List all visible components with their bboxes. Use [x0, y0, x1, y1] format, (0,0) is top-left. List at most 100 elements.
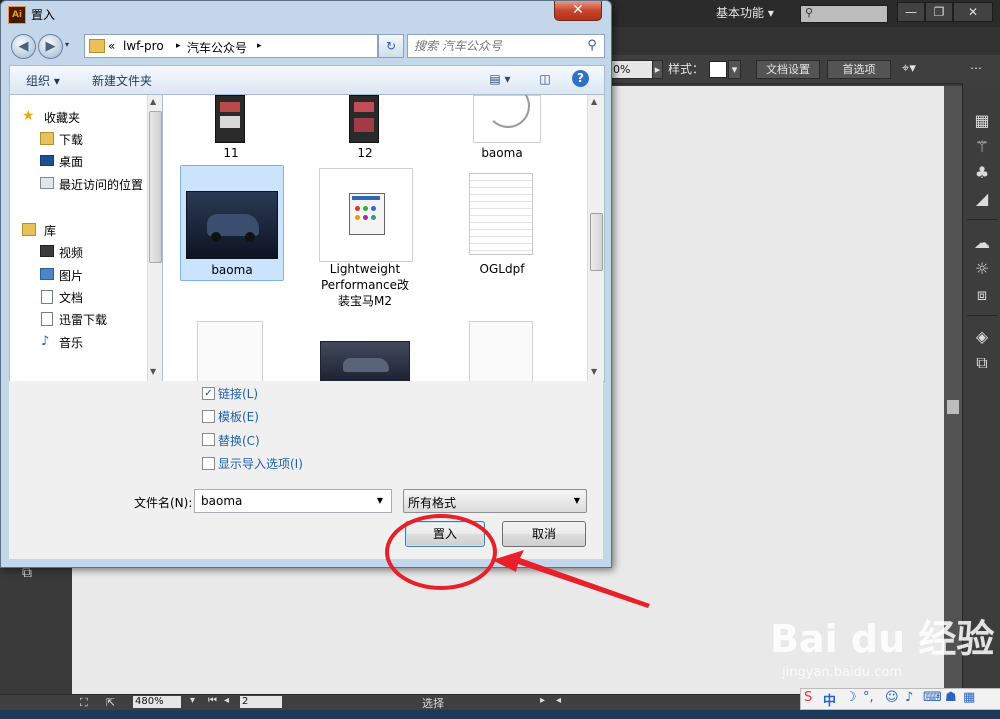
file-item[interactable]: OGLdpf — [451, 165, 553, 283]
breadcrumb-overflow[interactable]: « — [108, 39, 115, 53]
file-pane-scrollbar[interactable]: ▲ ▼ — [587, 95, 604, 381]
maximize-button[interactable]: ❐ — [925, 2, 953, 22]
refresh-button[interactable]: ↻ — [378, 34, 404, 58]
back-button[interactable]: ◀ — [11, 34, 36, 59]
sogou-ime-icon[interactable]: S — [804, 690, 812, 705]
status-menu-icon[interactable]: ▸ — [540, 695, 545, 706]
zoom-dropdown-arrow[interactable]: ▸ — [652, 60, 663, 79]
hscroll-left-icon[interactable]: ◂ — [556, 695, 561, 706]
file-item[interactable]: 12 — [314, 95, 416, 161]
nav-desktop[interactable]: 桌面 — [59, 153, 83, 170]
dialog-title-bar[interactable]: Ai 置入 ✕ — [1, 1, 611, 29]
replace-checkbox[interactable] — [202, 433, 215, 446]
keyboard-icon[interactable]: ⌨ — [923, 690, 942, 705]
preferences-button[interactable]: 首选项 — [827, 60, 891, 79]
nav-pictures[interactable]: 图片 — [59, 267, 83, 284]
search-icon[interactable]: ⚲ — [584, 38, 600, 54]
nav-favorites[interactable]: 收藏夹 — [44, 109, 80, 126]
filename-input[interactable] — [199, 493, 369, 509]
share-icon[interactable]: ⇱ — [106, 696, 115, 709]
organize-menu[interactable]: 组织 ▾ — [26, 72, 60, 89]
cancel-button[interactable]: 取消 — [502, 521, 586, 547]
file-item[interactable]: 11 — [180, 95, 282, 161]
graphic-styles-icon[interactable]: ◢ — [972, 189, 992, 209]
scroll-down-icon[interactable]: ▼ — [591, 367, 597, 376]
forward-button[interactable]: ▶ — [38, 34, 63, 59]
new-folder-button[interactable]: 新建文件夹 — [92, 72, 152, 89]
artboards-icon[interactable]: ⧉ — [972, 353, 992, 373]
export-icon[interactable]: ⧈ — [972, 285, 992, 305]
nav-downloads[interactable]: 下载 — [59, 131, 83, 148]
swatches-icon[interactable]: ▦ — [972, 111, 992, 131]
preview-pane-icon[interactable]: ◫ — [536, 71, 554, 88]
file-item[interactable] — [451, 321, 553, 381]
address-bar[interactable]: « lwf-pro ▸ 汽车公众号 ▸ — [84, 34, 378, 58]
symbols-icon[interactable]: ♣ — [972, 163, 992, 183]
replace-option-label[interactable]: 替换(C) — [218, 432, 260, 449]
nav-music[interactable]: 音乐 — [59, 334, 83, 351]
scrollbar-thumb[interactable] — [590, 213, 603, 271]
zoom-field[interactable]: 0% — [610, 60, 654, 79]
appearance-icon[interactable]: ☼ — [972, 259, 992, 279]
status-zoom-field[interactable]: 480% — [133, 696, 181, 708]
panel-menu-icon[interactable]: ⋯ — [970, 60, 982, 77]
search-input[interactable] — [412, 37, 582, 55]
recent-locations-chevron-icon[interactable]: ▾ — [65, 40, 69, 49]
nav-pane-scrollbar[interactable]: ▲ ▼ — [147, 95, 162, 381]
template-option-label[interactable]: 模板(E) — [218, 408, 259, 425]
previous-page-icon[interactable]: ◂ — [224, 695, 229, 706]
creative-cloud-icon[interactable]: ☁ — [972, 233, 992, 253]
show-import-options-label[interactable]: 显示导入选项(I) — [218, 455, 303, 472]
link-option-label[interactable]: 链接(L) — [218, 385, 258, 402]
chevron-down-icon[interactable]: ▼ — [373, 494, 387, 508]
brushes-icon[interactable]: ⚚ — [972, 137, 992, 157]
link-checkbox[interactable]: ✓ — [202, 387, 215, 400]
skin-icon[interactable]: ☗ — [945, 690, 957, 705]
page-number-field[interactable]: 2 — [240, 696, 282, 708]
breadcrumb-current-folder[interactable]: 汽车公众号 — [187, 39, 247, 56]
scrollbar-thumb[interactable] — [149, 111, 162, 263]
file-item[interactable] — [314, 321, 416, 381]
app-close-button[interactable]: ✕ — [953, 2, 993, 22]
dialog-close-button[interactable]: ✕ — [554, 1, 602, 21]
document-setup-button[interactable]: 文档设置 — [756, 60, 820, 79]
scroll-up-icon[interactable]: ▲ — [150, 97, 156, 106]
layers-icon[interactable]: ◈ — [972, 327, 992, 347]
show-import-options-checkbox[interactable] — [202, 457, 215, 470]
toolbox-icon[interactable]: ▦ — [963, 690, 975, 705]
nav-documents[interactable]: 文档 — [59, 289, 83, 306]
file-item[interactable]: Lightweight Performance改 装宝马M2 — [314, 165, 416, 315]
canvas-vertical-scrollbar[interactable] — [944, 86, 962, 694]
zoom-preset-icon[interactable]: ⛶ — [80, 696, 88, 710]
style-dropdown-arrow[interactable]: ▾ — [728, 60, 741, 79]
half-width-icon[interactable]: ☽ — [845, 690, 857, 705]
breadcrumb-lwf-pro[interactable]: lwf-pro — [123, 39, 164, 53]
workspace-switcher[interactable]: 基本功能 ▾ — [716, 5, 774, 22]
first-page-icon[interactable]: ⏮ — [208, 695, 217, 706]
app-search-input[interactable]: ⚲ — [800, 5, 888, 23]
scroll-up-icon[interactable]: ▲ — [591, 97, 597, 106]
transform-icon[interactable]: ⌖▾ — [902, 60, 916, 77]
nav-libraries[interactable]: 库 — [44, 222, 56, 239]
nav-videos[interactable]: 视频 — [59, 244, 83, 261]
file-type-select[interactable]: 所有格式 ▼ — [403, 489, 587, 513]
scroll-down-icon[interactable]: ▼ — [150, 367, 156, 376]
nav-recent-places[interactable]: 最近访问的位置 — [59, 176, 143, 193]
nav-xunlei-downloads[interactable]: 迅雷下载 — [59, 311, 107, 328]
minimize-button[interactable]: — — [897, 2, 925, 22]
breadcrumb-separator-icon[interactable]: ▸ — [257, 41, 262, 51]
template-checkbox[interactable] — [202, 410, 215, 423]
zoom-dropdown-icon[interactable]: ▾ — [190, 695, 195, 706]
file-item[interactable]: baoma — [451, 95, 553, 161]
help-icon[interactable]: ? — [572, 70, 589, 87]
chinese-mode-icon[interactable]: 中 — [823, 690, 836, 709]
style-swatch[interactable] — [709, 61, 727, 78]
file-item-selected[interactable]: baoma — [180, 165, 284, 281]
emoji-icon[interactable]: ☺ — [885, 690, 899, 705]
voice-input-icon[interactable]: ♪ — [905, 690, 913, 705]
file-item[interactable] — [180, 321, 282, 381]
view-options-icon[interactable]: ▤ ▾ — [484, 71, 516, 88]
breadcrumb-separator-icon[interactable]: ▸ — [176, 41, 181, 51]
scrollbar-thumb[interactable] — [947, 400, 959, 414]
punctuation-icon[interactable]: °, — [863, 690, 874, 705]
